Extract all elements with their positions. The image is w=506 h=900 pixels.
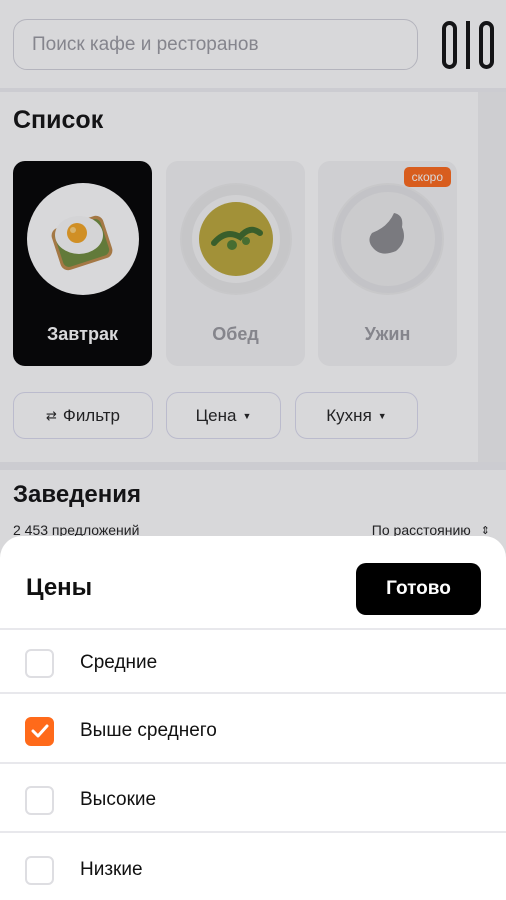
- price-option-medium[interactable]: Средние: [0, 629, 506, 697]
- price-option-low[interactable]: Низкие: [0, 836, 506, 900]
- done-button[interactable]: Готово: [356, 563, 481, 615]
- price-option-high[interactable]: Высокие: [0, 766, 506, 834]
- price-option-above-average[interactable]: Выше среднего: [0, 697, 506, 765]
- option-label: Высокие: [80, 789, 157, 810]
- divider: [0, 831, 506, 833]
- option-label: Средние: [80, 652, 158, 673]
- checkbox-checked[interactable]: [25, 716, 54, 746]
- app-screen: Поиск кафе и ресторанов Список Завтрак О…: [0, 0, 506, 900]
- divider: [0, 762, 506, 764]
- sheet-title: Цены: [26, 574, 93, 601]
- option-label: Выше среднего: [80, 720, 217, 741]
- checkbox[interactable]: [25, 648, 54, 678]
- divider: [0, 692, 506, 694]
- check-icon: [31, 724, 48, 738]
- option-label: Низкие: [80, 859, 143, 880]
- price-bottom-sheet: Цены Готово Средние Выше среднего Высоки…: [0, 536, 506, 900]
- checkbox[interactable]: [25, 785, 54, 815]
- checkbox[interactable]: [25, 855, 54, 885]
